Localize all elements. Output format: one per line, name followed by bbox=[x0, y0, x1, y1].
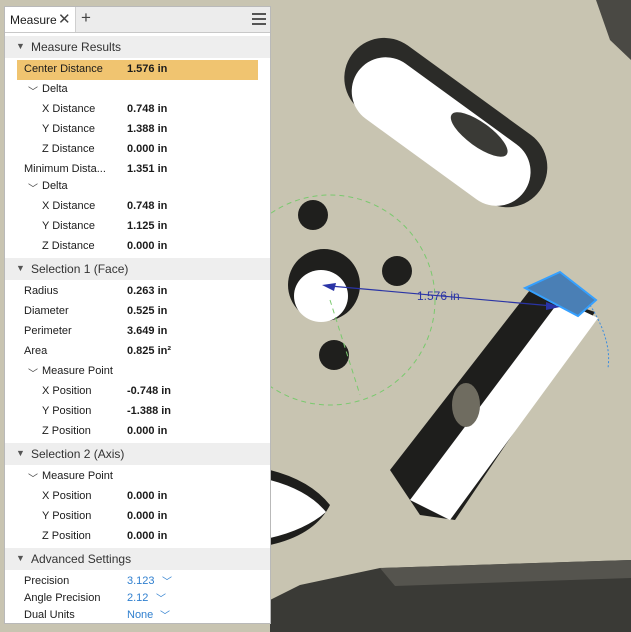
radius-label: Radius bbox=[24, 285, 59, 297]
chevron-down-icon[interactable]: ﹀ bbox=[28, 180, 38, 195]
radius-value: 0.263 in bbox=[127, 285, 168, 297]
z-position-value: 0.000 in bbox=[127, 425, 168, 437]
z-position-value: 0.000 in bbox=[127, 530, 168, 542]
row-dual-units: Dual Units None ﹀ bbox=[5, 606, 270, 623]
angle-precision-dropdown[interactable]: 2.12 bbox=[127, 592, 148, 604]
row-delta-1[interactable]: ﹀ Delta bbox=[5, 80, 270, 100]
row-z-distance-2: Z Distance 0.000 in bbox=[5, 237, 270, 257]
collapse-arrow-icon: ▼ bbox=[16, 448, 25, 458]
x-distance-label: X Distance bbox=[42, 103, 96, 115]
row-y-distance-1: Y Distance 1.388 in bbox=[5, 120, 270, 140]
row-z-position-2: Z Position 0.000 in bbox=[5, 527, 270, 547]
row-z-distance-1: Z Distance 0.000 in bbox=[5, 140, 270, 160]
minimum-distance-label: Minimum Dista... bbox=[24, 163, 106, 175]
row-x-position-2: X Position 0.000 in bbox=[5, 487, 270, 507]
z-distance-label: Z Distance bbox=[42, 240, 95, 252]
row-x-distance-2: X Distance 0.748 in bbox=[5, 197, 270, 217]
perimeter-value: 3.649 in bbox=[127, 325, 168, 337]
precision-dropdown[interactable]: 3.123 bbox=[127, 575, 155, 587]
x-position-label: X Position bbox=[42, 490, 92, 502]
row-perimeter: Perimeter 3.649 in bbox=[5, 322, 270, 342]
measure-panel: Measure ✕ + ▼ Measure Results Center Dis… bbox=[4, 6, 271, 624]
delta-label: Delta bbox=[42, 83, 68, 95]
y-distance-value: 1.125 in bbox=[127, 220, 168, 232]
x-distance-value: 0.748 in bbox=[127, 103, 168, 115]
tab-label: Measure bbox=[10, 13, 57, 27]
center-distance-value: 1.576 in bbox=[127, 63, 168, 75]
add-tab-icon[interactable]: + bbox=[81, 8, 91, 28]
section-advanced-settings[interactable]: ▼ Advanced Settings bbox=[5, 548, 270, 570]
measure-point-label: Measure Point bbox=[42, 470, 113, 482]
dimension-label: 1.576 in bbox=[417, 289, 460, 303]
chevron-down-icon[interactable]: ﹀ bbox=[156, 590, 166, 605]
z-position-label: Z Position bbox=[42, 530, 91, 542]
row-center-distance[interactable]: Center Distance 1.576 in bbox=[17, 60, 258, 80]
section-selection-1[interactable]: ▼ Selection 1 (Face) bbox=[5, 258, 270, 280]
measure-point-label: Measure Point bbox=[42, 365, 113, 377]
section-title: Selection 1 (Face) bbox=[31, 262, 129, 276]
section-title: Measure Results bbox=[31, 40, 122, 54]
row-delta-2[interactable]: ﹀ Delta bbox=[5, 177, 270, 197]
minimum-distance-value: 1.351 in bbox=[127, 163, 168, 175]
dual-units-label: Dual Units bbox=[24, 609, 75, 621]
area-value: 0.825 in² bbox=[127, 345, 172, 357]
x-position-value: -0.748 in bbox=[127, 385, 172, 397]
y-position-label: Y Position bbox=[42, 405, 92, 417]
chevron-down-icon[interactable]: ﹀ bbox=[28, 470, 38, 485]
y-distance-value: 1.388 in bbox=[127, 123, 168, 135]
row-x-position-1: X Position -0.748 in bbox=[5, 382, 270, 402]
angle-precision-label: Angle Precision bbox=[24, 592, 101, 604]
area-label: Area bbox=[24, 345, 48, 357]
row-y-distance-2: Y Distance 1.125 in bbox=[5, 217, 270, 237]
close-icon[interactable]: ✕ bbox=[58, 10, 71, 28]
collapse-arrow-icon: ▼ bbox=[16, 553, 25, 563]
z-distance-value: 0.000 in bbox=[127, 240, 168, 252]
y-position-value: 0.000 in bbox=[127, 510, 168, 522]
z-distance-value: 0.000 in bbox=[127, 143, 168, 155]
chevron-down-icon[interactable]: ﹀ bbox=[28, 365, 38, 380]
row-radius: Radius 0.263 in bbox=[5, 282, 270, 302]
tab-measure[interactable]: Measure ✕ bbox=[5, 7, 76, 32]
row-diameter: Diameter 0.525 in bbox=[5, 302, 270, 322]
collapse-arrow-icon: ▼ bbox=[16, 41, 25, 51]
y-distance-label: Y Distance bbox=[42, 220, 95, 232]
x-position-value: 0.000 in bbox=[127, 490, 168, 502]
z-distance-label: Z Distance bbox=[42, 143, 95, 155]
tab-bar: Measure ✕ + bbox=[5, 7, 270, 33]
row-y-position-2: Y Position 0.000 in bbox=[5, 507, 270, 527]
section-title: Advanced Settings bbox=[31, 552, 132, 566]
row-x-distance-1: X Distance 0.748 in bbox=[5, 100, 270, 120]
row-area: Area 0.825 in² bbox=[5, 342, 270, 362]
diameter-label: Diameter bbox=[24, 305, 69, 317]
dual-units-dropdown[interactable]: None bbox=[127, 609, 153, 621]
x-position-label: X Position bbox=[42, 385, 92, 397]
x-distance-label: X Distance bbox=[42, 200, 96, 212]
row-y-position-1: Y Position -1.388 in bbox=[5, 402, 270, 422]
z-position-label: Z Position bbox=[42, 425, 91, 437]
row-measure-point-2[interactable]: ﹀ Measure Point bbox=[5, 467, 270, 487]
row-z-position-1: Z Position 0.000 in bbox=[5, 422, 270, 442]
diameter-value: 0.525 in bbox=[127, 305, 168, 317]
hamburger-menu-icon[interactable] bbox=[252, 13, 266, 25]
section-title: Selection 2 (Axis) bbox=[31, 447, 125, 461]
chevron-down-icon[interactable]: ﹀ bbox=[160, 607, 170, 622]
y-position-label: Y Position bbox=[42, 510, 92, 522]
perimeter-label: Perimeter bbox=[24, 325, 72, 337]
section-selection-2[interactable]: ▼ Selection 2 (Axis) bbox=[5, 443, 270, 465]
y-distance-label: Y Distance bbox=[42, 123, 95, 135]
delta-label: Delta bbox=[42, 180, 68, 192]
section-measure-results[interactable]: ▼ Measure Results bbox=[5, 36, 270, 58]
precision-label: Precision bbox=[24, 575, 70, 587]
y-position-value: -1.388 in bbox=[127, 405, 172, 417]
center-distance-label: Center Distance bbox=[24, 63, 103, 75]
collapse-arrow-icon: ▼ bbox=[16, 263, 25, 273]
chevron-down-icon[interactable]: ﹀ bbox=[28, 83, 38, 98]
row-measure-point-1[interactable]: ﹀ Measure Point bbox=[5, 362, 270, 382]
x-distance-value: 0.748 in bbox=[127, 200, 168, 212]
chevron-down-icon[interactable]: ﹀ bbox=[162, 573, 172, 588]
